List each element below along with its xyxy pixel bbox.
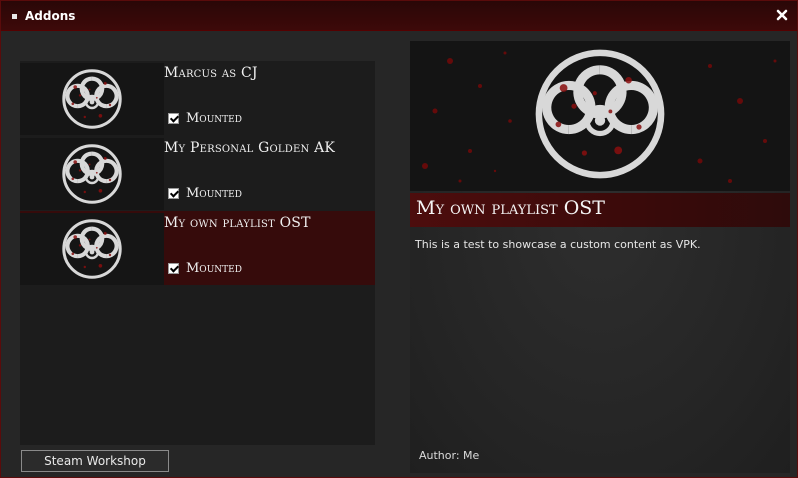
author-line: Author: Me [419, 449, 479, 462]
author-label: Author: [419, 449, 460, 462]
addon-name: My own playlist OST [164, 215, 311, 231]
window-title: Addons [25, 9, 76, 23]
biohazard-icon [62, 69, 122, 129]
mounted-checkbox[interactable] [168, 113, 179, 124]
close-icon[interactable] [775, 7, 789, 21]
steam-workshop-button[interactable]: Steam Workshop [21, 450, 169, 472]
mounted-label: Mounted [186, 111, 242, 126]
addons-window: Addons Marcus as CJ Mounted My Personal … [0, 0, 798, 478]
mounted-checkbox[interactable] [168, 188, 179, 199]
addon-banner [410, 41, 790, 191]
mounted-toggle[interactable]: Mounted [168, 111, 242, 126]
addon-thumbnail [20, 138, 164, 210]
mounted-label: Mounted [186, 186, 242, 201]
addon-list[interactable]: Marcus as CJ Mounted My Personal Golden … [20, 61, 375, 445]
list-item-playlist-ost[interactable]: My own playlist OST Mounted [20, 211, 375, 285]
addon-thumbnail [20, 213, 164, 285]
title-bar[interactable]: Addons [1, 1, 797, 31]
biohazard-icon [520, 49, 680, 179]
detail-title-bar: My own playlist OST [410, 193, 790, 227]
addon-name: Marcus as CJ [164, 65, 258, 81]
mounted-toggle[interactable]: Mounted [168, 261, 242, 276]
addon-thumbnail [20, 63, 164, 135]
addon-name: My Personal Golden AK [164, 140, 336, 156]
mounted-label: Mounted [186, 261, 242, 276]
detail-description: This is a test to showcase a custom cont… [415, 238, 701, 251]
mounted-toggle[interactable]: Mounted [168, 186, 242, 201]
author-value: Me [463, 449, 480, 462]
list-item-marcus-as-cj[interactable]: Marcus as CJ Mounted [20, 61, 375, 135]
biohazard-icon [62, 219, 122, 279]
detail-title: My own playlist OST [416, 197, 605, 219]
biohazard-icon [62, 144, 122, 204]
addon-detail-panel: My own playlist OST This is a test to sh… [410, 41, 790, 473]
window-bullet-icon [12, 14, 17, 19]
list-item-golden-ak[interactable]: My Personal Golden AK Mounted [20, 136, 375, 210]
mounted-checkbox[interactable] [168, 263, 179, 274]
